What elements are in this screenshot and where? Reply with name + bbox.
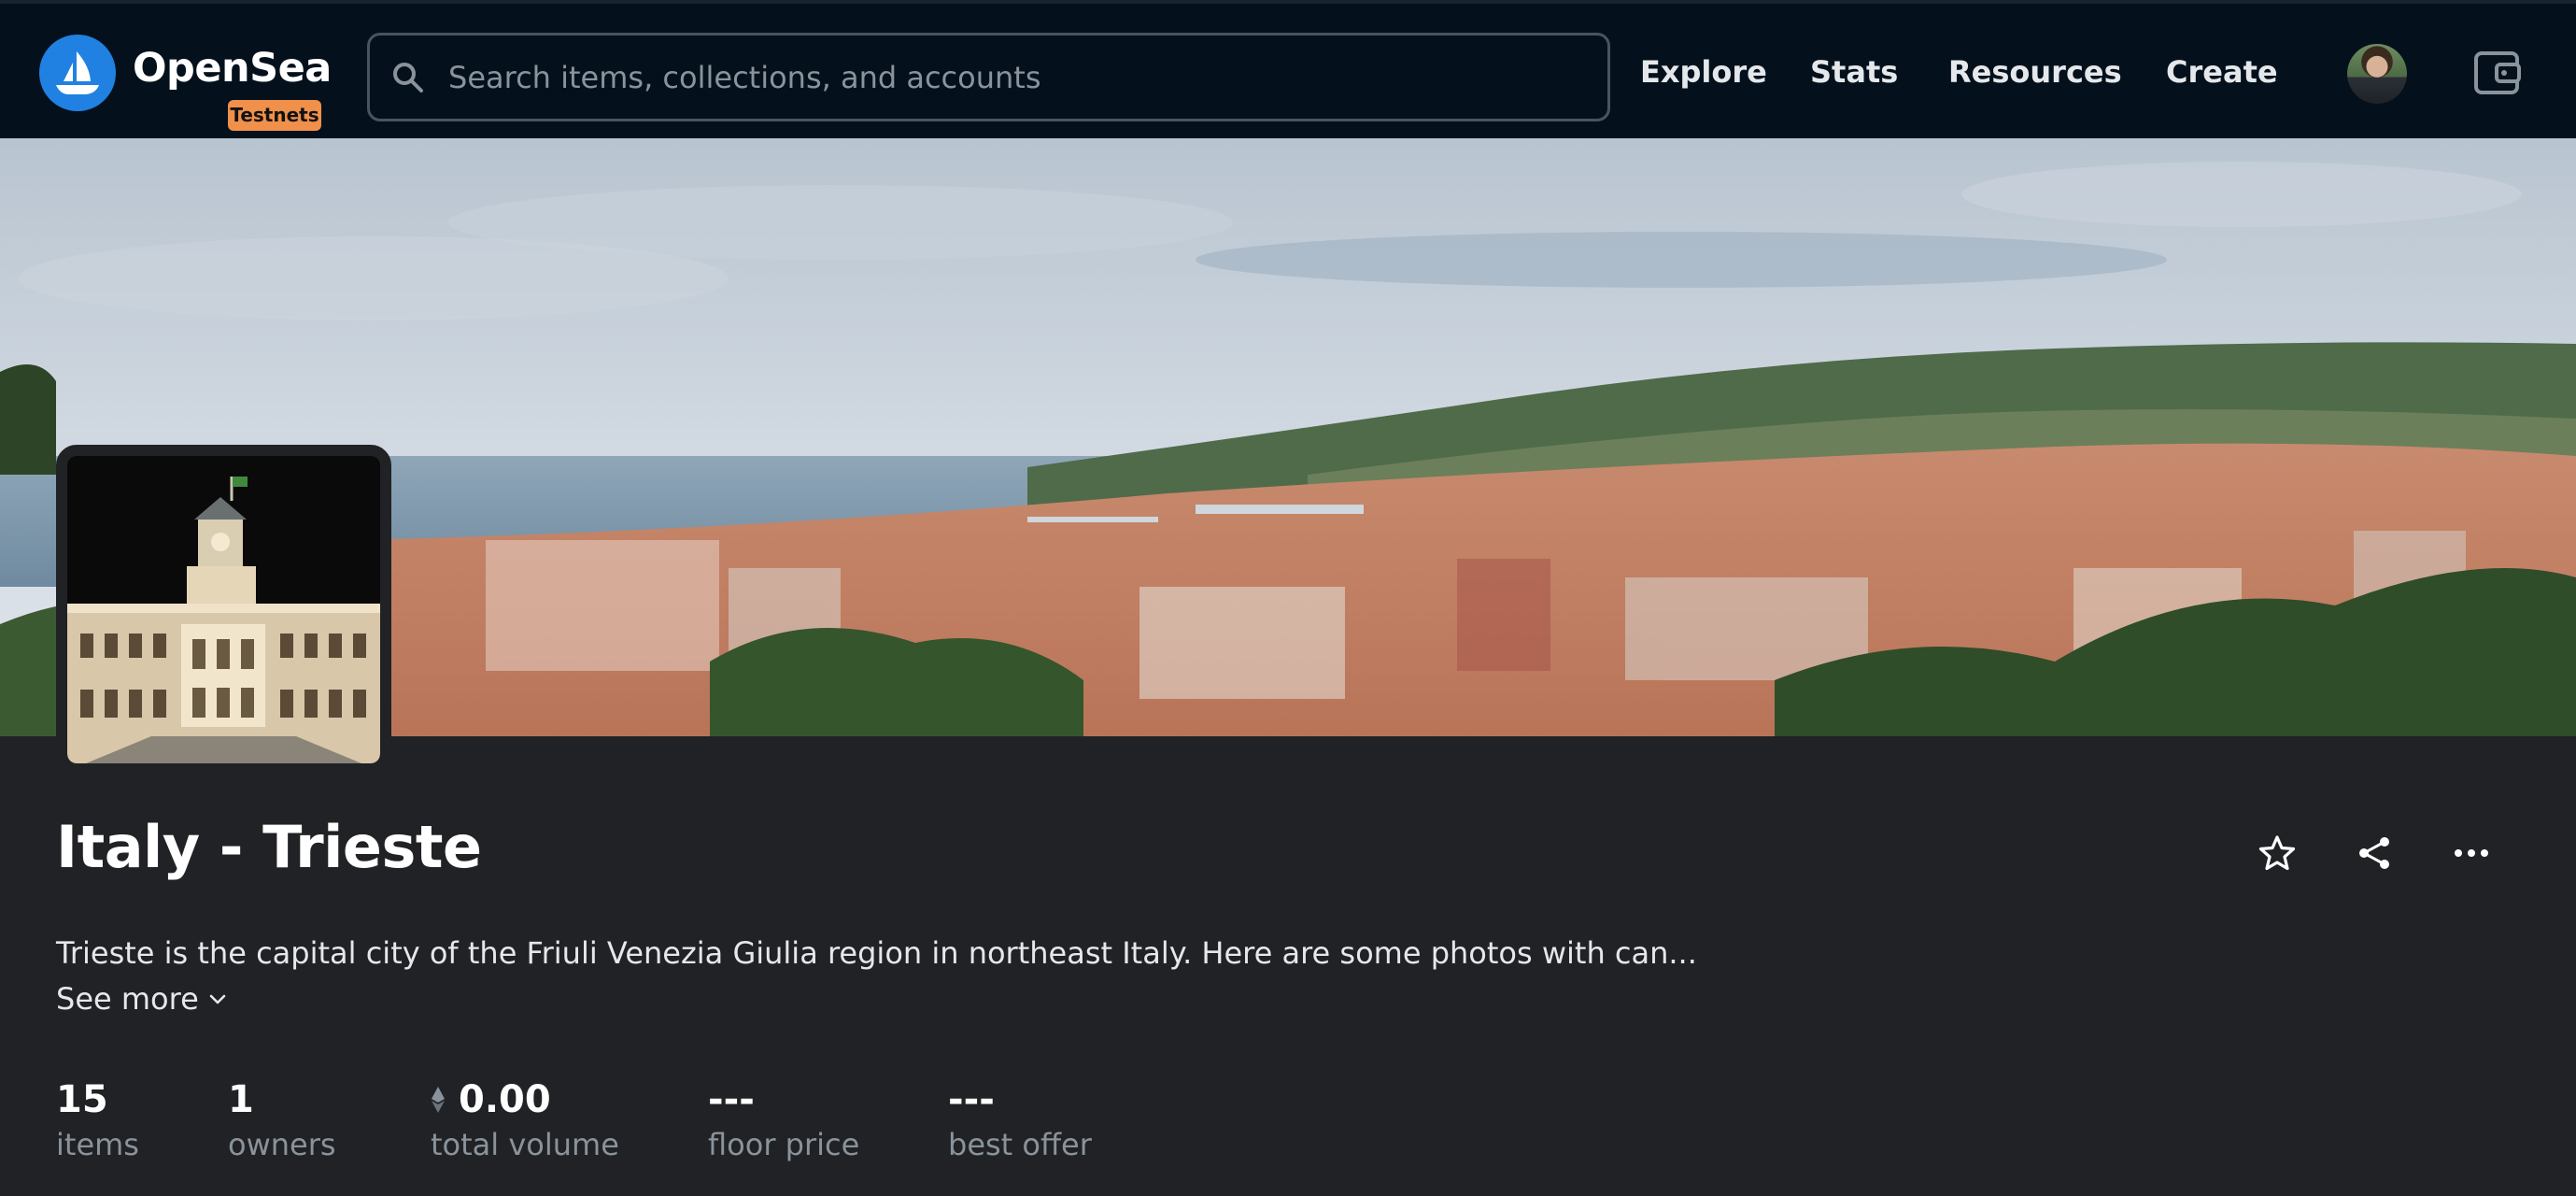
search-bar[interactable] [367,33,1610,121]
stat-owners[interactable]: 1 owners [228,1076,336,1162]
search-icon [393,63,423,93]
see-more-label: See more [56,981,199,1017]
opensea-logo-icon[interactable] [39,35,116,111]
star-icon[interactable] [2258,834,2296,872]
wallet-icon[interactable] [2472,48,2523,98]
avatar[interactable] [2347,44,2407,104]
see-more-button[interactable]: See more [56,981,229,1017]
collection-page: OpenSea Testnets Explore Stats Resources… [0,0,2576,1196]
stat-floor-price-label: floor price [708,1127,860,1162]
stat-best-offer[interactable]: --- best offer [948,1076,1092,1162]
stat-owners-value: 1 [228,1078,254,1121]
stat-items-label: items [56,1127,139,1162]
stat-best-offer-label: best offer [948,1127,1092,1162]
chevron-down-icon [209,994,226,1004]
testnets-badge: Testnets [228,100,321,131]
stat-items-value: 15 [56,1078,108,1121]
stat-total-volume[interactable]: 0.00 total volume [431,1076,619,1162]
stat-floor-price-value: --- [708,1078,755,1121]
nav-explore[interactable]: Explore [1640,54,1767,90]
top-navbar: OpenSea Testnets Explore Stats Resources… [0,0,2576,138]
stat-floor-price[interactable]: --- floor price [708,1076,859,1162]
collection-title: Italy - Trieste [56,813,482,881]
stat-owners-label: owners [228,1127,336,1162]
nav-resources[interactable]: Resources [1948,54,2122,90]
collection-description: Trieste is the capital city of the Friul… [56,935,1697,971]
stat-items[interactable]: 15 items [56,1076,139,1162]
nav-create[interactable]: Create [2166,54,2278,90]
search-input[interactable] [448,36,1588,119]
ethereum-icon [432,1087,445,1113]
nav-stats[interactable]: Stats [1810,54,1898,90]
brand-name[interactable]: OpenSea [133,45,332,92]
share-icon[interactable] [2356,834,2393,872]
stat-total-volume-value: 0.00 [459,1078,551,1121]
more-icon[interactable] [2453,834,2490,872]
collection-image [56,445,391,775]
stat-total-volume-label: total volume [431,1127,619,1162]
stat-best-offer-value: --- [948,1078,995,1121]
